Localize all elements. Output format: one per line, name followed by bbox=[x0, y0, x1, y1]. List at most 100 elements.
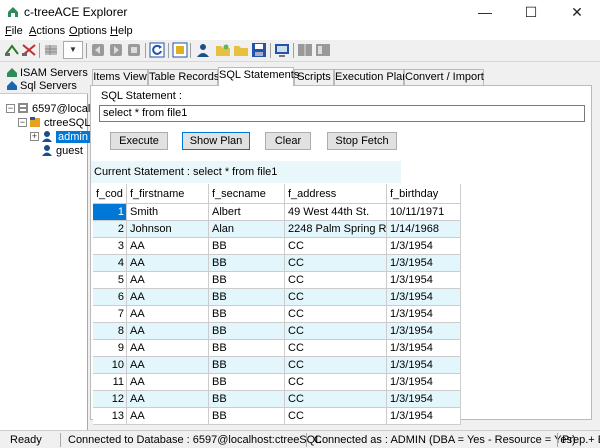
row-number-cell[interactable]: 7 bbox=[93, 306, 127, 323]
table-cell[interactable]: 1/3/1954 bbox=[387, 289, 461, 306]
table-cell[interactable]: 1/3/1954 bbox=[387, 357, 461, 374]
table-cell[interactable]: Johnson bbox=[127, 221, 209, 238]
table-cell[interactable]: BB bbox=[209, 357, 285, 374]
maximize-button[interactable]: ☐ bbox=[508, 0, 554, 24]
tree-node-server[interactable]: 6597@localh bbox=[17, 102, 96, 116]
import-icon[interactable] bbox=[172, 42, 188, 58]
table-cell[interactable]: BB bbox=[209, 340, 285, 357]
split-view-icon[interactable] bbox=[297, 42, 313, 58]
table-cell[interactable]: BB bbox=[209, 272, 285, 289]
table-row[interactable]: 13 AA BB CC 1/3/1954 bbox=[93, 408, 461, 425]
row-number-cell[interactable]: 1 bbox=[93, 204, 127, 221]
sql-statement-input[interactable]: select * from file1 bbox=[99, 105, 585, 122]
table-row[interactable]: 12 AA BB CC 1/3/1954 bbox=[93, 391, 461, 408]
table-cell[interactable]: CC bbox=[285, 357, 387, 374]
table-cell[interactable]: BB bbox=[209, 238, 285, 255]
execute-button[interactable]: Execute bbox=[110, 132, 168, 150]
table-cell[interactable]: Alan bbox=[209, 221, 285, 238]
table-cell[interactable]: BB bbox=[209, 391, 285, 408]
users-icon[interactable] bbox=[195, 42, 211, 58]
row-number-cell[interactable]: 13 bbox=[93, 408, 127, 425]
table-row[interactable]: 3 AA BB CC 1/3/1954 bbox=[93, 238, 461, 255]
table-cell[interactable]: AA bbox=[127, 306, 209, 323]
tree-node-database[interactable]: ctreeSQL bbox=[29, 116, 90, 130]
row-number-cell[interactable]: 9 bbox=[93, 340, 127, 357]
save-icon[interactable] bbox=[251, 42, 267, 58]
collapse-server-toggle[interactable]: − bbox=[6, 104, 15, 113]
row-number-cell[interactable]: 12 bbox=[93, 391, 127, 408]
table-row[interactable]: 1 Smith Albert 49 West 44th St. 10/11/1971 bbox=[93, 204, 461, 221]
row-number-cell[interactable]: 5 bbox=[93, 272, 127, 289]
table-cell[interactable]: 10/11/1971 bbox=[387, 204, 461, 221]
table-cell[interactable]: CC bbox=[285, 391, 387, 408]
table-cell[interactable]: 1/3/1954 bbox=[387, 306, 461, 323]
connect-icon[interactable] bbox=[4, 42, 20, 58]
table-cell[interactable]: AA bbox=[127, 357, 209, 374]
table-cell[interactable]: CC bbox=[285, 374, 387, 391]
row-number-cell[interactable]: 10 bbox=[93, 357, 127, 374]
stop-fetch-button[interactable]: Stop Fetch bbox=[327, 132, 397, 150]
table-cell[interactable]: BB bbox=[209, 408, 285, 425]
table-cell[interactable]: AA bbox=[127, 238, 209, 255]
tab-execution-plan[interactable]: Execution Plan bbox=[334, 69, 408, 86]
tab-table-records[interactable]: Table Records bbox=[148, 69, 219, 86]
table-cell[interactable]: AA bbox=[127, 374, 209, 391]
menu-help[interactable]: Help bbox=[110, 25, 133, 37]
row-number-cell[interactable]: 3 bbox=[93, 238, 127, 255]
row-number-cell[interactable]: 6 bbox=[93, 289, 127, 306]
table-cell[interactable]: 1/3/1954 bbox=[387, 374, 461, 391]
table-cell[interactable]: CC bbox=[285, 272, 387, 289]
stop-icon[interactable] bbox=[126, 42, 142, 58]
tab-sql-statements[interactable]: SQL Statements bbox=[218, 67, 299, 86]
tab-convert-import[interactable]: Convert / Import bbox=[404, 69, 484, 86]
table-cell[interactable]: AA bbox=[127, 391, 209, 408]
table-cell[interactable]: CC bbox=[285, 408, 387, 425]
sql-servers-tab[interactable]: Sql Servers bbox=[6, 80, 77, 92]
isam-servers-tab[interactable]: ISAM Servers bbox=[6, 67, 88, 79]
row-number-cell[interactable]: 4 bbox=[93, 255, 127, 272]
table-cell[interactable]: BB bbox=[209, 374, 285, 391]
table-cell[interactable]: Albert bbox=[209, 204, 285, 221]
table-cell[interactable]: 1/14/1968 bbox=[387, 221, 461, 238]
tree-node-user-guest[interactable]: guest bbox=[41, 144, 83, 158]
table-cell[interactable]: AA bbox=[127, 255, 209, 272]
column-header[interactable]: f_address bbox=[285, 184, 387, 204]
monitor-icon[interactable] bbox=[274, 42, 290, 58]
table-row[interactable]: 9 AA BB CC 1/3/1954 bbox=[93, 340, 461, 357]
grid-view-icon[interactable] bbox=[43, 42, 59, 58]
table-cell[interactable]: 1/3/1954 bbox=[387, 323, 461, 340]
table-row[interactable]: 6 AA BB CC 1/3/1954 bbox=[93, 289, 461, 306]
column-header[interactable]: f_cod bbox=[93, 184, 127, 204]
table-cell[interactable]: BB bbox=[209, 323, 285, 340]
table-row[interactable]: 10 AA BB CC 1/3/1954 bbox=[93, 357, 461, 374]
table-cell[interactable]: BB bbox=[209, 255, 285, 272]
column-header[interactable]: f_firstname bbox=[127, 184, 209, 204]
table-cell[interactable]: 49 West 44th St. bbox=[285, 204, 387, 221]
menu-file[interactable]: File bbox=[5, 25, 23, 37]
disconnect-icon[interactable] bbox=[21, 42, 37, 58]
table-cell[interactable]: BB bbox=[209, 289, 285, 306]
table-cell[interactable]: 2248 Palm Spring Rd. bbox=[285, 221, 387, 238]
table-cell[interactable]: 1/3/1954 bbox=[387, 272, 461, 289]
table-cell[interactable]: CC bbox=[285, 289, 387, 306]
tree-node-user-admin[interactable]: admin bbox=[41, 130, 90, 144]
table-cell[interactable]: CC bbox=[285, 323, 387, 340]
record-forward-icon[interactable] bbox=[108, 42, 124, 58]
table-cell[interactable]: CC bbox=[285, 255, 387, 272]
table-cell[interactable]: 1/3/1954 bbox=[387, 340, 461, 357]
clear-button[interactable]: Clear bbox=[265, 132, 311, 150]
table-cell[interactable]: BB bbox=[209, 306, 285, 323]
table-cell[interactable]: 1/3/1954 bbox=[387, 255, 461, 272]
table-row[interactable]: 4 AA BB CC 1/3/1954 bbox=[93, 255, 461, 272]
collapse-database-toggle[interactable]: − bbox=[18, 118, 27, 127]
table-cell[interactable]: AA bbox=[127, 272, 209, 289]
close-button[interactable]: ✕ bbox=[554, 0, 600, 24]
panel-view-icon[interactable] bbox=[315, 42, 331, 58]
table-cell[interactable]: 1/3/1954 bbox=[387, 391, 461, 408]
open-folder-icon[interactable] bbox=[215, 42, 231, 58]
toolbar-dropdown[interactable]: ▼ bbox=[63, 41, 83, 59]
menu-options[interactable]: Options bbox=[69, 25, 107, 37]
table-cell[interactable]: AA bbox=[127, 340, 209, 357]
row-number-cell[interactable]: 11 bbox=[93, 374, 127, 391]
expand-admin-toggle[interactable]: + bbox=[30, 132, 39, 141]
